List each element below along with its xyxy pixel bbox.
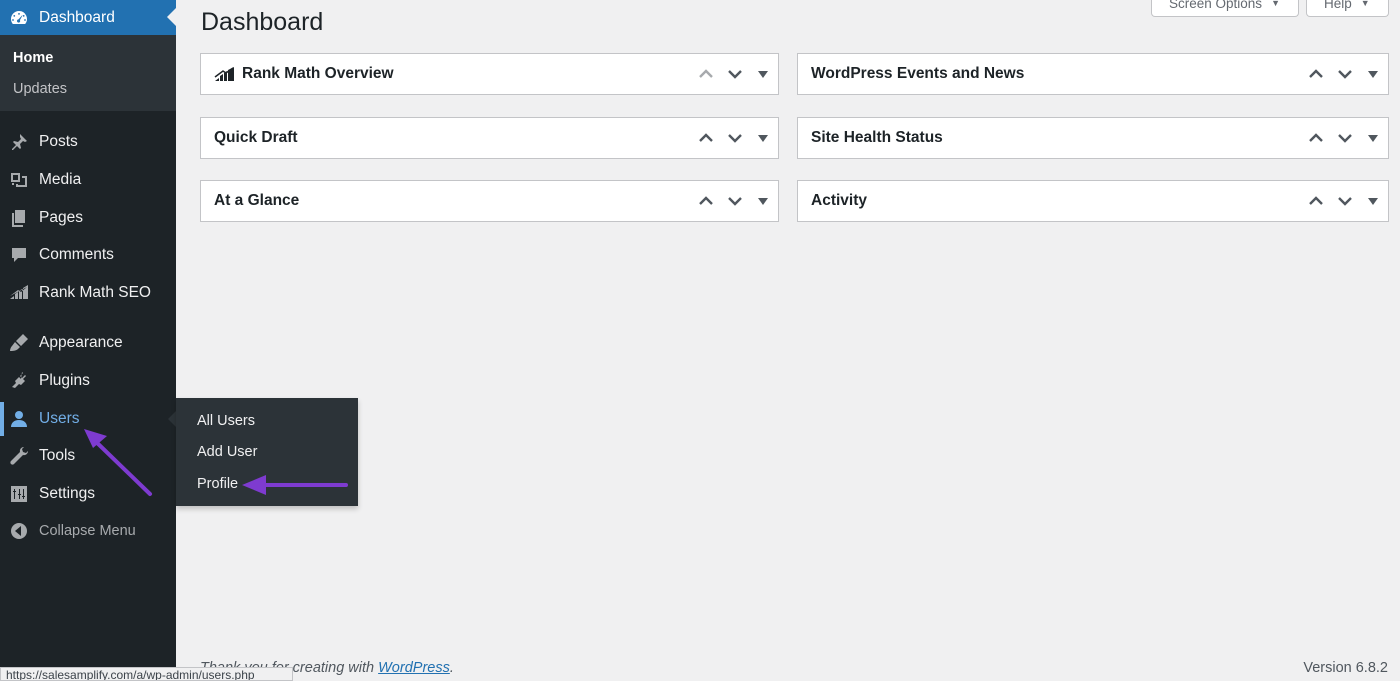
sidebar-item-label: Pages — [39, 209, 83, 226]
sidebar-item-comments[interactable]: Comments — [0, 243, 176, 267]
sidebar-item-pages[interactable]: Pages — [0, 206, 176, 230]
move-up-button[interactable] — [691, 59, 720, 89]
wordpress-link[interactable]: WordPress — [378, 660, 450, 676]
sidebar-item-label: Tools — [39, 447, 76, 464]
sidebar-item-label: Appearance — [39, 334, 123, 351]
sidebar-item-label: Settings — [39, 485, 96, 502]
widget-activity: Activity — [797, 180, 1389, 222]
pages-icon — [9, 208, 29, 228]
widget-title-text: Activity — [811, 192, 867, 209]
widget-site-health-status: Site Health Status — [797, 117, 1389, 159]
toggle-panel-button[interactable] — [749, 186, 777, 216]
toggle-panel-button[interactable] — [1359, 123, 1387, 153]
widget-title[interactable]: Activity — [811, 192, 1301, 210]
submenu-home[interactable]: Home — [13, 50, 53, 66]
sidebar-item-plugins[interactable]: Plugins — [0, 369, 176, 393]
settings-icon — [9, 484, 29, 504]
flyout-add-user[interactable]: Add User — [197, 444, 257, 460]
sidebar-item-posts[interactable]: Posts — [0, 130, 176, 154]
widget-at-a-glance: At a Glance — [200, 180, 779, 222]
widget-title[interactable]: WordPress Events and News — [811, 65, 1301, 83]
caret-down-icon: ▼ — [1360, 0, 1370, 8]
sidebar-item-label: Plugins — [39, 372, 90, 389]
move-down-button[interactable] — [1330, 59, 1359, 89]
move-up-button[interactable] — [1301, 123, 1330, 153]
plug-icon — [9, 371, 29, 391]
screen-options-label: Screen Options — [1169, 0, 1263, 11]
widget-title-text: WordPress Events and News — [811, 65, 1025, 82]
user-icon — [9, 409, 29, 429]
rank-math-icon — [214, 67, 234, 81]
help-label: Help — [1324, 0, 1352, 11]
rank-math-icon — [9, 283, 29, 303]
collapse-menu-button[interactable]: Collapse Menu — [0, 519, 176, 543]
flyout-profile[interactable]: Profile — [197, 476, 238, 492]
toggle-panel-button[interactable] — [749, 123, 777, 153]
sidebar-item-users[interactable]: Users — [0, 402, 176, 436]
move-down-button[interactable] — [720, 186, 749, 216]
dashboard-icon — [9, 8, 29, 28]
brush-icon — [9, 333, 29, 353]
widget-title[interactable]: Quick Draft — [214, 129, 691, 147]
submenu-updates[interactable]: Updates — [13, 81, 67, 97]
sidebar-item-label: Posts — [39, 133, 78, 150]
comment-icon — [9, 245, 29, 265]
media-icon — [9, 170, 29, 190]
widget-title[interactable]: Rank Math Overview — [214, 65, 691, 83]
toggle-panel-button[interactable] — [749, 59, 777, 89]
footer-thanks-suffix: . — [449, 660, 454, 676]
sidebar-item-label: Media — [39, 171, 82, 188]
dashboard-submenu: Home Updates — [0, 35, 176, 111]
page-title: Dashboard — [201, 8, 324, 36]
move-down-button[interactable] — [720, 59, 749, 89]
move-down-button[interactable] — [1330, 186, 1359, 216]
pin-icon — [9, 132, 29, 152]
move-down-button[interactable] — [1330, 123, 1359, 153]
collapse-icon — [9, 521, 29, 541]
widget-title-text: Site Health Status — [811, 129, 943, 146]
sidebar-item-label: Rank Math SEO — [39, 284, 151, 301]
screen-options-tab[interactable]: Screen Options ▼ — [1151, 0, 1299, 17]
move-up-button[interactable] — [691, 186, 720, 216]
sidebar-item-label: Dashboard — [39, 8, 115, 26]
sidebar-item-tools[interactable]: Tools — [0, 444, 176, 468]
widget-title[interactable]: Site Health Status — [811, 129, 1301, 147]
sidebar-item-appearance[interactable]: Appearance — [0, 331, 176, 355]
widget-rank-math-overview: Rank Math Overview — [200, 53, 779, 95]
admin-sidebar: Dashboard Home Updates Posts Media Pages… — [0, 0, 176, 681]
footer-version: Version 6.8.2 — [1303, 660, 1388, 676]
browser-status-url: https://salesamplify.com/a/wp-admin/user… — [0, 667, 293, 681]
move-up-button[interactable] — [691, 123, 720, 153]
sidebar-item-media[interactable]: Media — [0, 168, 176, 192]
toggle-panel-button[interactable] — [1359, 59, 1387, 89]
widget-quick-draft: Quick Draft — [200, 117, 779, 159]
toggle-panel-button[interactable] — [1359, 186, 1387, 216]
caret-down-icon: ▼ — [1271, 0, 1280, 8]
sidebar-item-dashboard[interactable]: Dashboard — [0, 0, 176, 35]
sidebar-item-settings[interactable]: Settings — [0, 482, 176, 506]
widget-title-text: Rank Math Overview — [242, 65, 394, 82]
sidebar-item-label: Comments — [39, 246, 114, 263]
widget-title-text: At a Glance — [214, 192, 300, 209]
help-tab[interactable]: Help ▼ — [1306, 0, 1389, 17]
wrench-icon — [9, 446, 29, 466]
users-flyout-submenu: All Users Add User Profile — [176, 398, 358, 506]
flyout-all-users[interactable]: All Users — [197, 413, 255, 429]
sidebar-item-rank-math-seo[interactable]: Rank Math SEO — [0, 281, 176, 305]
widget-title-text: Quick Draft — [214, 129, 298, 146]
move-down-button[interactable] — [720, 123, 749, 153]
widget-wordpress-events-news: WordPress Events and News — [797, 53, 1389, 95]
move-up-button[interactable] — [1301, 186, 1330, 216]
sidebar-item-label: Users — [39, 410, 80, 427]
widget-title[interactable]: At a Glance — [214, 192, 691, 210]
move-up-button[interactable] — [1301, 59, 1330, 89]
sidebar-item-label: Collapse Menu — [39, 523, 136, 539]
